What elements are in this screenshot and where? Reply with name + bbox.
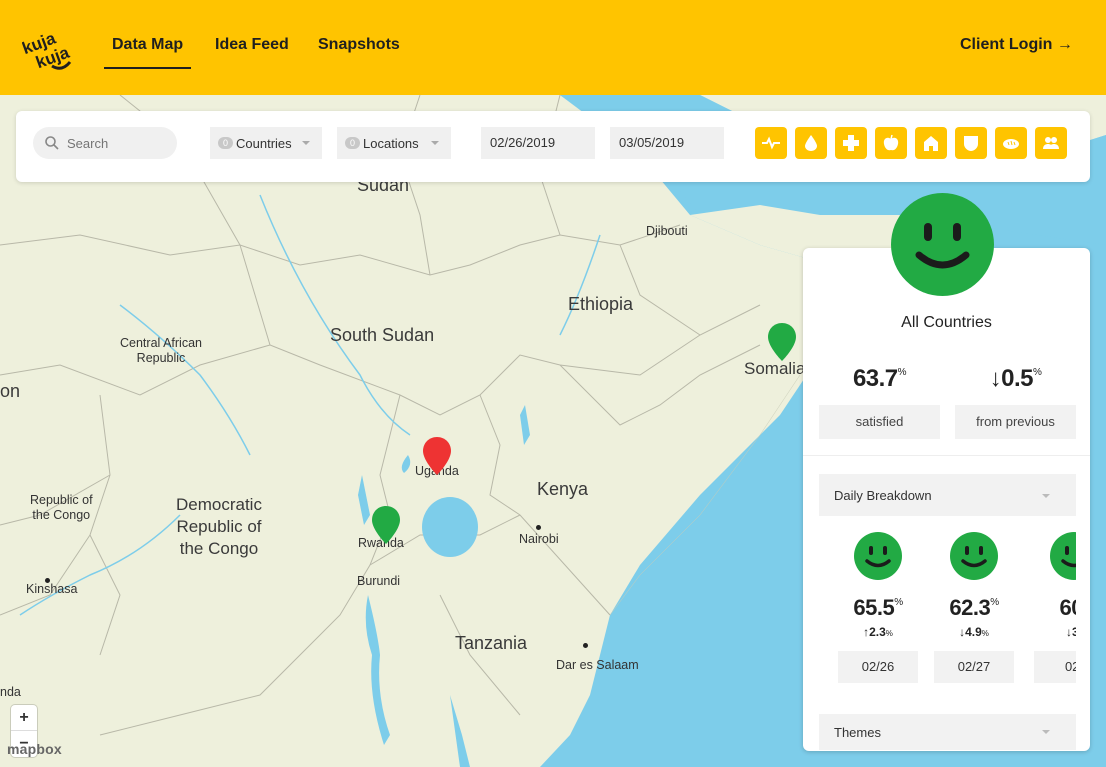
panel-title: All Countries bbox=[901, 314, 992, 331]
city-dot-nairobi bbox=[536, 525, 541, 530]
locations-dropdown[interactable]: 0 Locations bbox=[337, 127, 451, 159]
mapbox-attribution[interactable]: mapbox bbox=[7, 741, 62, 757]
map-label-central-african-republic: Central African Republic bbox=[120, 336, 202, 365]
map-label-dar-es-salaam: Dar es Salaam bbox=[556, 658, 639, 672]
map-label-republic-of-congo: Republic of the Congo bbox=[30, 493, 93, 522]
map-marker-somalia[interactable] bbox=[767, 322, 797, 362]
locations-dropdown-label: Locations bbox=[363, 136, 419, 151]
map-label-drc: Democratic Republic of the Congo bbox=[176, 495, 262, 558]
start-date-input[interactable]: 02/26/2019 bbox=[481, 127, 595, 159]
nav-snapshots[interactable]: Snapshots bbox=[318, 36, 400, 54]
nav-data-map[interactable]: Data Map bbox=[112, 36, 183, 54]
category-protection-button[interactable] bbox=[955, 127, 987, 159]
category-community-button[interactable] bbox=[1035, 127, 1067, 159]
category-water-button[interactable] bbox=[795, 127, 827, 159]
water-drop-icon bbox=[805, 135, 817, 151]
map-label-kinshasa: Kinshasa bbox=[26, 582, 78, 596]
map-label-south-sudan: South Sudan bbox=[330, 325, 435, 345]
day-value: 65.5% bbox=[853, 595, 903, 620]
community-people-icon bbox=[1043, 137, 1059, 149]
smiley-face-icon bbox=[950, 532, 998, 580]
shelter-house-icon bbox=[924, 136, 938, 151]
smiley-face-icon bbox=[1050, 532, 1076, 580]
map-marker-rwanda[interactable] bbox=[371, 505, 401, 545]
day-change: ↓4.9% bbox=[959, 625, 989, 639]
day-date: 02/ bbox=[1034, 651, 1076, 683]
food-apple-icon bbox=[883, 134, 899, 151]
map-label-cameroon-partial: on bbox=[0, 381, 21, 401]
panel-divider bbox=[803, 455, 1090, 456]
active-nav-indicator bbox=[104, 67, 191, 69]
day-change: ↓3. bbox=[1065, 625, 1076, 639]
countries-count-badge: 0 bbox=[218, 137, 233, 149]
satisfied-value: 63.7% bbox=[852, 365, 907, 392]
map-label-burundi: Burundi bbox=[357, 574, 401, 588]
chevron-down-icon bbox=[431, 141, 439, 145]
change-value: ↓0.5% bbox=[989, 365, 1042, 392]
health-pulse-icon bbox=[762, 136, 780, 150]
kuja-kuja-logo[interactable]: kuja kuja bbox=[22, 22, 74, 74]
day-value: 62.3% bbox=[949, 595, 999, 620]
satisfied-stat: 63.7% bbox=[819, 353, 940, 405]
day-card-0228[interactable]: 60. ↓3. 02/ bbox=[1034, 532, 1076, 683]
map-marker-uganda[interactable] bbox=[422, 436, 452, 476]
map-label-djibouti: Djibouti bbox=[646, 224, 688, 238]
change-label: from previous bbox=[955, 405, 1076, 439]
chevron-down-icon bbox=[1042, 494, 1050, 498]
city-dot-dar-es-salaam bbox=[583, 643, 588, 648]
top-nav-bar: kuja kuja Data Map Idea Feed Snapshots C… bbox=[0, 0, 1106, 95]
livelihood-bread-icon bbox=[1003, 139, 1019, 149]
change-stat: ↓0.5% bbox=[955, 353, 1076, 405]
category-medical-button[interactable] bbox=[835, 127, 867, 159]
category-shelter-button[interactable] bbox=[915, 127, 947, 159]
map-label-somalia: Somalia bbox=[744, 359, 806, 378]
search-icon bbox=[45, 136, 59, 150]
countries-dropdown-label: Countries bbox=[236, 136, 292, 151]
countries-dropdown[interactable]: 0 Countries bbox=[210, 127, 322, 159]
map-label-kenya: Kenya bbox=[537, 479, 589, 499]
map-label-angola-partial: nda bbox=[0, 685, 21, 699]
map-label-ethiopia: Ethiopia bbox=[568, 294, 634, 314]
day-date: 02/27 bbox=[934, 651, 1014, 683]
map-label-tanzania: Tanzania bbox=[455, 633, 528, 653]
filter-bar: 0 Countries 0 Locations 02/26/2019 03/05… bbox=[16, 111, 1090, 182]
day-card-0226[interactable]: 65.5% ↑2.3% 02/26 bbox=[838, 532, 918, 683]
nav-idea-feed[interactable]: Idea Feed bbox=[215, 36, 289, 54]
chevron-down-icon bbox=[302, 141, 310, 145]
day-card-0227[interactable]: 62.3% ↓4.9% 02/27 bbox=[934, 532, 1014, 683]
day-change: ↑2.3% bbox=[863, 625, 893, 639]
zoom-in-button[interactable]: + bbox=[11, 705, 37, 731]
satisfied-label: satisfied bbox=[819, 405, 940, 439]
satisfaction-panel: All Countries 63.7% satisfied ↓0.5% from… bbox=[803, 248, 1090, 751]
chevron-down-icon bbox=[1042, 730, 1050, 734]
day-date: 02/26 bbox=[838, 651, 918, 683]
client-login-link[interactable]: Client Login → bbox=[960, 36, 1073, 54]
category-health-button[interactable] bbox=[755, 127, 787, 159]
medical-cross-icon bbox=[843, 135, 859, 151]
end-date-input[interactable]: 03/05/2019 bbox=[610, 127, 724, 159]
day-card-clipped-wrapper: 60. ↓3. 02/ bbox=[1031, 532, 1076, 702]
themes-label: Themes bbox=[834, 725, 881, 740]
search-input[interactable] bbox=[67, 127, 173, 159]
overall-smiley-face-icon bbox=[891, 193, 994, 296]
locations-count-badge: 0 bbox=[345, 137, 360, 149]
search-box bbox=[33, 127, 177, 159]
daily-breakdown-dropdown[interactable]: Daily Breakdown bbox=[819, 474, 1076, 516]
category-livelihood-button[interactable] bbox=[995, 127, 1027, 159]
smiley-face-icon bbox=[854, 532, 902, 580]
themes-dropdown[interactable]: Themes bbox=[819, 714, 1076, 750]
category-food-button[interactable] bbox=[875, 127, 907, 159]
day-value: 60. bbox=[1059, 595, 1076, 620]
daily-breakdown-label: Daily Breakdown bbox=[834, 488, 932, 503]
protection-shield-icon bbox=[964, 136, 978, 151]
map-label-nairobi: Nairobi bbox=[519, 532, 559, 546]
